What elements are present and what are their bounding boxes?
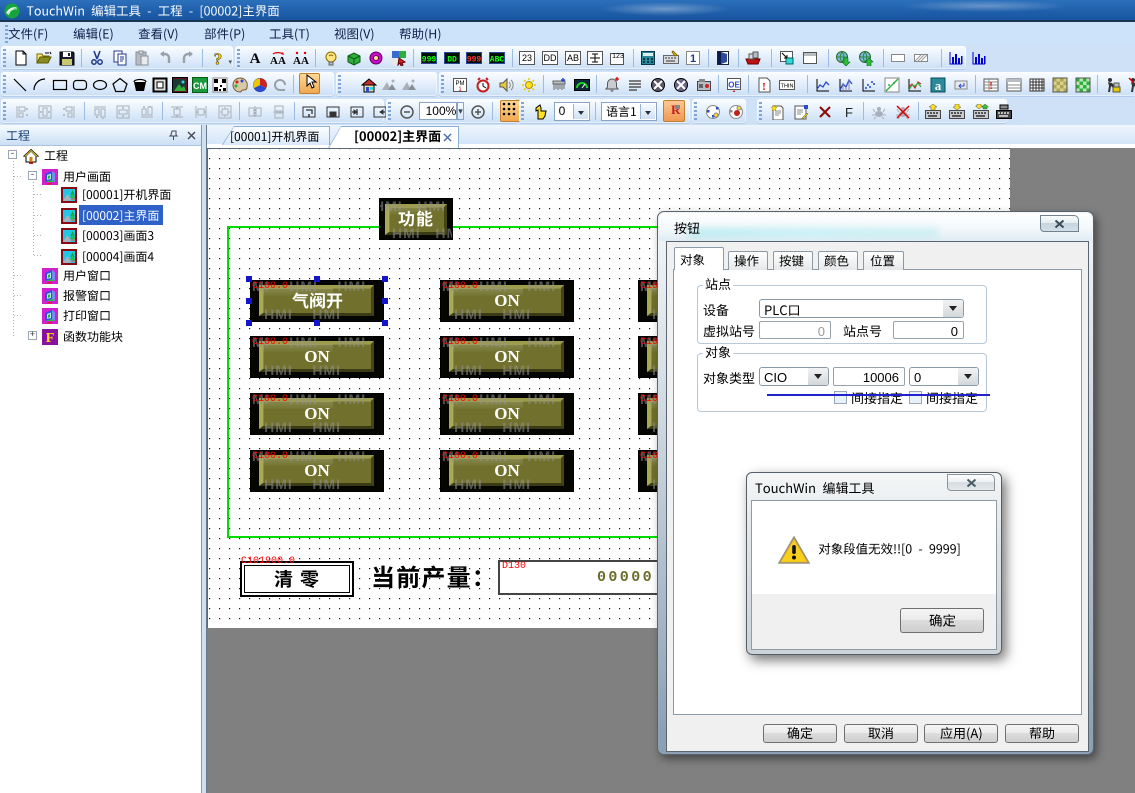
svg-text:999: 999: [467, 56, 482, 65]
svg-text:A: A: [250, 51, 261, 66]
svg-text:F: F: [845, 105, 853, 120]
svg-text:!: !: [989, 81, 992, 92]
svg-text:123: 123: [612, 53, 624, 60]
svg-text:?: ?: [213, 50, 222, 66]
svg-text:AB: AB: [567, 53, 579, 63]
svg-text:999: 999: [422, 56, 437, 65]
svg-text:THIN: THIN: [780, 83, 793, 89]
svg-text:AA: AA: [270, 55, 286, 66]
svg-text:R: R: [671, 102, 681, 117]
svg-text:!: !: [762, 81, 766, 93]
svg-text:CM: CM: [193, 81, 207, 91]
svg-text:ABC: ABC: [490, 56, 505, 65]
svg-text:1: 1: [690, 53, 696, 65]
svg-text:DD: DD: [543, 53, 556, 63]
svg-text:23: 23: [522, 53, 532, 63]
svg-text:a: a: [934, 78, 941, 93]
svg-text:AA: AA: [293, 55, 309, 66]
svg-text:F: F: [46, 331, 55, 345]
svg-text:DD: DD: [447, 56, 457, 65]
svg-text:OE: OE: [728, 80, 740, 89]
